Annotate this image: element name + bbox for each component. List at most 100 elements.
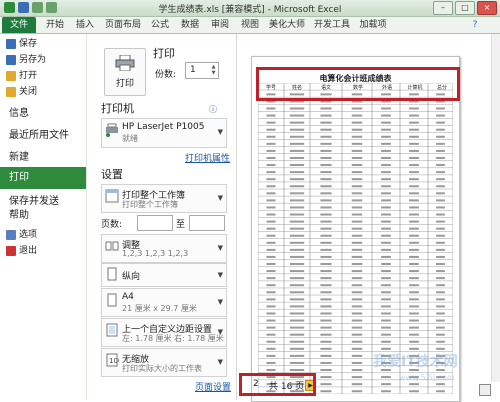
tab-page-layout[interactable]: 页面布局	[102, 17, 144, 33]
cell-content-placeholder	[320, 312, 332, 315]
tab-review[interactable]: 审阅	[207, 17, 233, 33]
pages-to-label: 至	[176, 220, 186, 230]
cell-content-placeholder	[289, 114, 305, 117]
cell-content-placeholder	[409, 171, 419, 174]
tab-add-ins[interactable]: 加载项	[356, 17, 390, 33]
tab-view[interactable]: 视图	[237, 17, 263, 33]
cell-content-placeholder	[266, 298, 276, 301]
cell-content-placeholder	[320, 192, 332, 195]
print-scope-select[interactable]: 打印整个工作簿 打印整个工作簿 ▼	[101, 184, 227, 213]
cell-content-placeholder	[381, 305, 391, 308]
nav-exit[interactable]: 退出	[0, 243, 86, 259]
cell-content-placeholder	[381, 227, 391, 230]
close-button[interactable]: ×	[477, 1, 497, 15]
cell-content-placeholder	[266, 121, 276, 124]
margins-select[interactable]: 上一个自定义边距设置 左: 1.78 厘米 右: 1.78 厘米 ▼	[101, 318, 227, 347]
cell-content-placeholder	[289, 185, 305, 188]
cell-content-placeholder	[351, 149, 363, 152]
cell-content-placeholder	[266, 171, 276, 174]
nav-close[interactable]: 关闭	[0, 84, 86, 100]
cell-content-placeholder	[351, 326, 363, 329]
workbook-icon	[105, 189, 119, 203]
cell-content-placeholder	[320, 347, 332, 350]
margins-icon	[106, 323, 118, 337]
cell-content-placeholder	[381, 128, 391, 131]
cell-content-placeholder	[409, 206, 419, 209]
cell-content-placeholder	[436, 291, 445, 294]
cell-content-placeholder	[381, 255, 391, 258]
cell-content-placeholder	[289, 128, 305, 131]
page-setup-link[interactable]: 页面设置	[195, 380, 231, 393]
cell-content-placeholder	[351, 234, 363, 237]
cell-content-placeholder	[289, 121, 305, 124]
cell-content-placeholder	[351, 361, 363, 364]
cell-content-placeholder	[266, 107, 276, 110]
collate-select[interactable]: 调整 1,2,3 1,2,3 1,2,3 ▼	[101, 234, 227, 263]
nav-print[interactable]: 打印	[0, 167, 86, 189]
cell-content-placeholder	[409, 199, 419, 202]
paper-size-select[interactable]: A4 21 厘米 x 29.7 厘米 ▼	[101, 288, 227, 317]
tab-data[interactable]: 数据	[177, 17, 203, 33]
cell-content-placeholder	[320, 135, 332, 138]
cell-content-placeholder	[381, 312, 391, 315]
copies-input[interactable]: 1 ▲ ▼	[185, 62, 219, 79]
paper-icon	[107, 293, 117, 307]
cell-content-placeholder	[320, 291, 332, 294]
cell-content-placeholder	[436, 284, 445, 287]
cell-content-placeholder	[381, 284, 391, 287]
print-button[interactable]: 打印	[104, 48, 146, 96]
cell-content-placeholder	[320, 305, 332, 308]
nav-recent[interactable]: 最近所用文件	[0, 126, 86, 146]
cell-content-placeholder	[409, 255, 419, 258]
cell-content-placeholder	[320, 149, 332, 152]
cell-content-placeholder	[320, 390, 332, 393]
help-icon[interactable]: ?	[470, 17, 480, 33]
cell-content-placeholder	[289, 255, 305, 258]
printer-select[interactable]: HP LaserJet P1005 就绪 ▼	[101, 118, 227, 148]
copies-spinner[interactable]: ▲ ▼	[210, 64, 217, 77]
cell-content-placeholder	[436, 199, 445, 202]
cell-content-placeholder	[266, 149, 276, 152]
cell-content-placeholder	[436, 107, 445, 110]
cell-content-placeholder	[320, 255, 332, 258]
nav-info[interactable]: 信息	[0, 104, 86, 124]
nav-save[interactable]: 保存	[0, 36, 86, 52]
cell-content-placeholder	[351, 305, 363, 308]
nav-open[interactable]: 打开	[0, 68, 86, 84]
tab-beautify-master[interactable]: 美化大师	[266, 17, 308, 33]
cell-content-placeholder	[436, 241, 445, 244]
cell-content-placeholder	[266, 369, 276, 372]
tab-insert[interactable]: 插入	[72, 17, 98, 33]
scaling-select[interactable]: 100 无缩放 打印实际大小的工作表 ▼	[101, 348, 227, 377]
pages-from-input[interactable]	[137, 215, 173, 231]
nav-save-as[interactable]: 另存为	[0, 52, 86, 68]
cell-content-placeholder	[266, 192, 276, 195]
cell-content-placeholder	[409, 305, 419, 308]
pages-to-input[interactable]	[189, 215, 225, 231]
cell-content-placeholder	[381, 199, 391, 202]
cell-content-placeholder	[436, 333, 445, 336]
cell-content-placeholder	[320, 121, 332, 124]
printer-info-icon[interactable]: ⓘ	[209, 104, 217, 115]
nav-help[interactable]: 帮助	[0, 206, 86, 226]
minimize-button[interactable]: –	[433, 1, 453, 15]
tab-file[interactable]: 文件	[2, 17, 36, 33]
maximize-button[interactable]: □	[455, 1, 475, 15]
nav-new[interactable]: 新建	[0, 148, 86, 168]
orientation-select[interactable]: 纵向 ▼	[101, 263, 227, 287]
cell-content-placeholder	[351, 227, 363, 230]
cell-content-placeholder	[351, 291, 363, 294]
tab-developer[interactable]: 开发工具	[311, 17, 353, 33]
cell-content-placeholder	[289, 284, 305, 287]
cell-content-placeholder	[409, 107, 419, 110]
printer-properties-link[interactable]: 打印机属性	[185, 151, 230, 164]
nav-options[interactable]: 选项	[0, 227, 86, 243]
tab-formulas[interactable]: 公式	[147, 17, 173, 33]
cell-content-placeholder	[351, 390, 363, 393]
cell-content-placeholder	[381, 107, 391, 110]
cell-content-placeholder	[381, 340, 391, 343]
preview-scrollbar[interactable]	[491, 34, 500, 382]
cell-content-placeholder	[436, 326, 445, 329]
zoom-to-page-icon[interactable]	[479, 384, 491, 396]
tab-home[interactable]: 开始	[42, 17, 68, 33]
